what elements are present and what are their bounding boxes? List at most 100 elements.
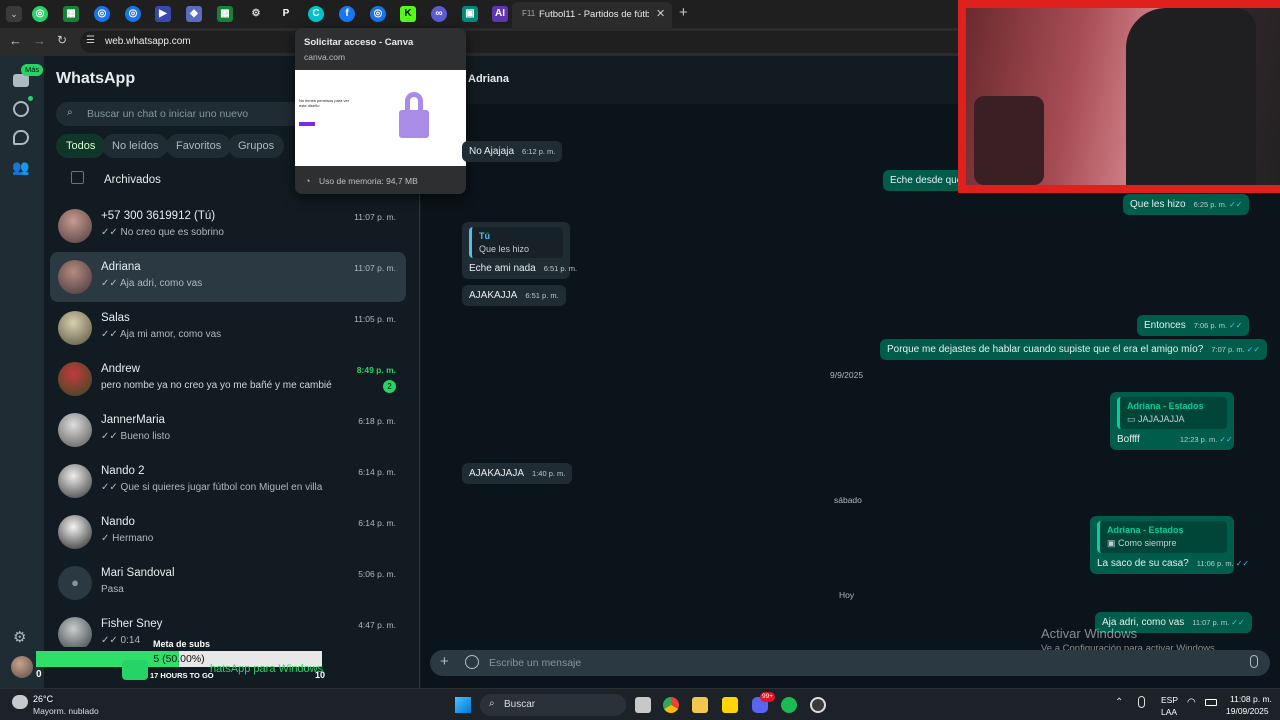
battery-icon[interactable] <box>1205 699 1217 706</box>
message-out[interactable]: Entonces 7:06 p. m. ✓✓ <box>1137 315 1250 336</box>
memory-icon: ◔ <box>305 176 311 186</box>
shield-tab-icon[interactable]: ◆ <box>186 6 202 22</box>
message-out[interactable]: Eche desde que <box>883 170 963 191</box>
message-in[interactable]: AJAKAJJA 6:51 p. m. <box>462 285 566 306</box>
file-explorer-icon[interactable] <box>692 697 708 713</box>
status-icon[interactable] <box>13 101 29 117</box>
forward-icon[interactable]: → <box>33 33 46 48</box>
chrome-tab-icon[interactable]: ◎ <box>370 6 386 22</box>
url-text: web.whatsapp.com <box>105 36 191 47</box>
wifi-icon[interactable]: ◠ <box>1187 697 1196 708</box>
message-time: 7:07 p. m. <box>1211 345 1245 354</box>
settings-icon[interactable]: ⚙ <box>13 628 26 646</box>
message-input[interactable]: Escribe un mensaje <box>489 657 581 669</box>
ai-tab-icon[interactable]: AI <box>492 6 508 22</box>
chrome-tab-icon[interactable]: ◎ <box>125 6 141 22</box>
new-tab-button[interactable]: + <box>679 4 688 21</box>
sheets-tab-icon[interactable]: ▦ <box>217 6 233 22</box>
chat-name: Nando 2 <box>101 465 145 477</box>
filter-grupos[interactable]: Grupos <box>228 134 285 158</box>
chat-preview: ✓✓ No creo que es sobrino <box>101 227 224 238</box>
filter-no-leidos[interactable]: No leídos <box>102 134 169 158</box>
attach-icon[interactable]: + <box>440 653 449 670</box>
video-tab-icon[interactable]: ▶ <box>155 6 171 22</box>
message-out-reply[interactable]: Adriana - Estados ▣ Como siempre La saco… <box>1090 516 1249 574</box>
tray-mic-icon[interactable] <box>1138 696 1145 708</box>
taskbar-search[interactable]: ⌕ Buscar <box>480 694 626 716</box>
quote-text: ▣ Como siempre <box>1107 538 1220 549</box>
emoji-icon[interactable] <box>465 655 479 669</box>
channels-icon[interactable] <box>13 130 29 145</box>
site-info-icon[interactable]: ☰ <box>86 35 95 46</box>
message-in[interactable]: No Ajajaja 6:12 p. m. <box>462 141 563 162</box>
avatar <box>58 413 92 447</box>
profile-avatar[interactable] <box>11 656 33 678</box>
close-tab-icon[interactable]: ✕ <box>656 7 665 20</box>
chat-row[interactable]: ● Mari Sandoval Pasa 5:06 p. m. <box>50 558 406 608</box>
message-out[interactable]: Que les hizo 6:25 p. m. ✓✓ <box>1123 194 1250 215</box>
quoted-message[interactable]: Tú Que les hizo <box>469 227 563 258</box>
nav-rail: Más 👥 ⚙ <box>0 56 44 688</box>
filter-todos[interactable]: Todos <box>56 134 106 158</box>
chat-time: 5:06 p. m. <box>358 569 396 579</box>
active-tab[interactable]: F11 Futbol11 - Partidos de fútbol d ✕ <box>512 2 672 28</box>
quoted-status[interactable]: Adriana - Estados ▣ Como siempre <box>1097 521 1227 553</box>
chat-row[interactable]: JannerMaria ✓✓ Bueno listo 6:18 p. m. <box>50 405 406 455</box>
url-field[interactable]: ☰ web.whatsapp.com <box>80 31 980 53</box>
clock-time[interactable]: 11:08 p. m. <box>1230 694 1272 704</box>
contact-name[interactable]: Adriana <box>468 73 509 85</box>
facebook-tab-icon[interactable]: f <box>339 6 355 22</box>
language-top[interactable]: ESP <box>1161 695 1178 705</box>
quote-author: Tú <box>479 231 490 241</box>
task-view-icon[interactable] <box>635 697 651 713</box>
chat-name: Salas <box>101 312 130 324</box>
chat-row[interactable]: Fisher Sney ✓✓ 0:14 4:47 p. m. <box>50 609 406 647</box>
gear-tab-icon[interactable]: ⚙ <box>248 6 264 22</box>
canva-tab-icon[interactable]: C <box>308 6 324 22</box>
k-tab-icon[interactable]: K <box>400 6 416 22</box>
search-icon: ⌕ <box>67 107 73 118</box>
p-tab-icon[interactable]: P <box>278 6 294 22</box>
avatar <box>58 311 92 345</box>
start-icon[interactable] <box>455 697 471 713</box>
tab-hover-title: Solicitar acceso - Canva <box>304 37 414 48</box>
message-in-reply[interactable]: Tú Que les hizo Eche ami nada 6:51 p. m. <box>462 222 577 279</box>
sticky-notes-icon[interactable] <box>722 697 738 713</box>
spotify-icon[interactable] <box>781 697 797 713</box>
communities-icon[interactable]: 👥 <box>12 159 29 176</box>
sheets-tab-icon[interactable]: ▦ <box>63 6 79 22</box>
link-tab-icon[interactable]: ∞ <box>431 6 447 22</box>
tab-search-button[interactable]: ⌄ <box>6 6 22 22</box>
chat-row[interactable]: Nando 2 ✓✓ Que si quieres jugar fútbol c… <box>50 456 406 506</box>
message-out-reply[interactable]: Adriana - Estados ▭ JAJAJAJJA Boffff 12:2… <box>1110 392 1234 450</box>
chat-row[interactable]: Salas ✓✓ Aja mi amor, como vas 11:05 p. … <box>50 303 406 353</box>
chat-row[interactable]: Adriana ✓✓ Aja adri, como vas 11:07 p. m… <box>50 252 406 302</box>
weather-temp[interactable]: 26°C <box>33 694 53 704</box>
filter-favoritos[interactable]: Favoritos <box>166 134 232 158</box>
message-text: AJAKAJAJA <box>469 468 525 479</box>
chat-time: 11:07 p. m. <box>354 263 396 273</box>
chat-row[interactable]: Andrew pero nombe ya no creo ya yo me ba… <box>50 354 406 404</box>
chat-row[interactable]: Nando ✓ Hermano 6:14 p. m. <box>50 507 406 557</box>
chrome-app-icon[interactable] <box>663 697 679 713</box>
taskbar-search-label: Buscar <box>504 699 536 710</box>
tab-hover-card: Solicitar acceso - Canva canva.com No ti… <box>295 28 466 194</box>
mic-icon[interactable] <box>1250 655 1258 668</box>
quote-author: Adriana - Estados <box>1127 401 1204 411</box>
chrome-tab-icon[interactable]: ◎ <box>94 6 110 22</box>
tray-chevron-icon[interactable]: ⌃ <box>1115 697 1123 708</box>
archived-label: Archivados <box>104 174 161 186</box>
weather-icon[interactable] <box>12 695 28 709</box>
quote-content: JAJAJAJJA <box>1138 414 1185 424</box>
reload-icon[interactable]: ↻ <box>57 33 67 47</box>
message-out[interactable]: Porque me dejastes de hablar cuando supi… <box>880 339 1268 360</box>
message-in[interactable]: AJAKAJAJA 1:40 p. m. <box>462 463 573 484</box>
whatsapp-tab-icon[interactable]: ◎ <box>32 6 48 22</box>
photo-tab-icon[interactable]: ▣ <box>462 6 478 22</box>
quoted-status[interactable]: Adriana - Estados ▭ JAJAJAJJA <box>1117 397 1227 429</box>
chat-preview: Pasa <box>101 584 124 595</box>
back-icon[interactable]: ← <box>9 33 22 48</box>
obs-icon[interactable] <box>810 697 826 713</box>
message-time: 11:06 p. m. <box>1196 559 1234 568</box>
chat-row[interactable]: +57 300 3619912 (Tú) ✓✓ No creo que es s… <box>50 201 406 251</box>
